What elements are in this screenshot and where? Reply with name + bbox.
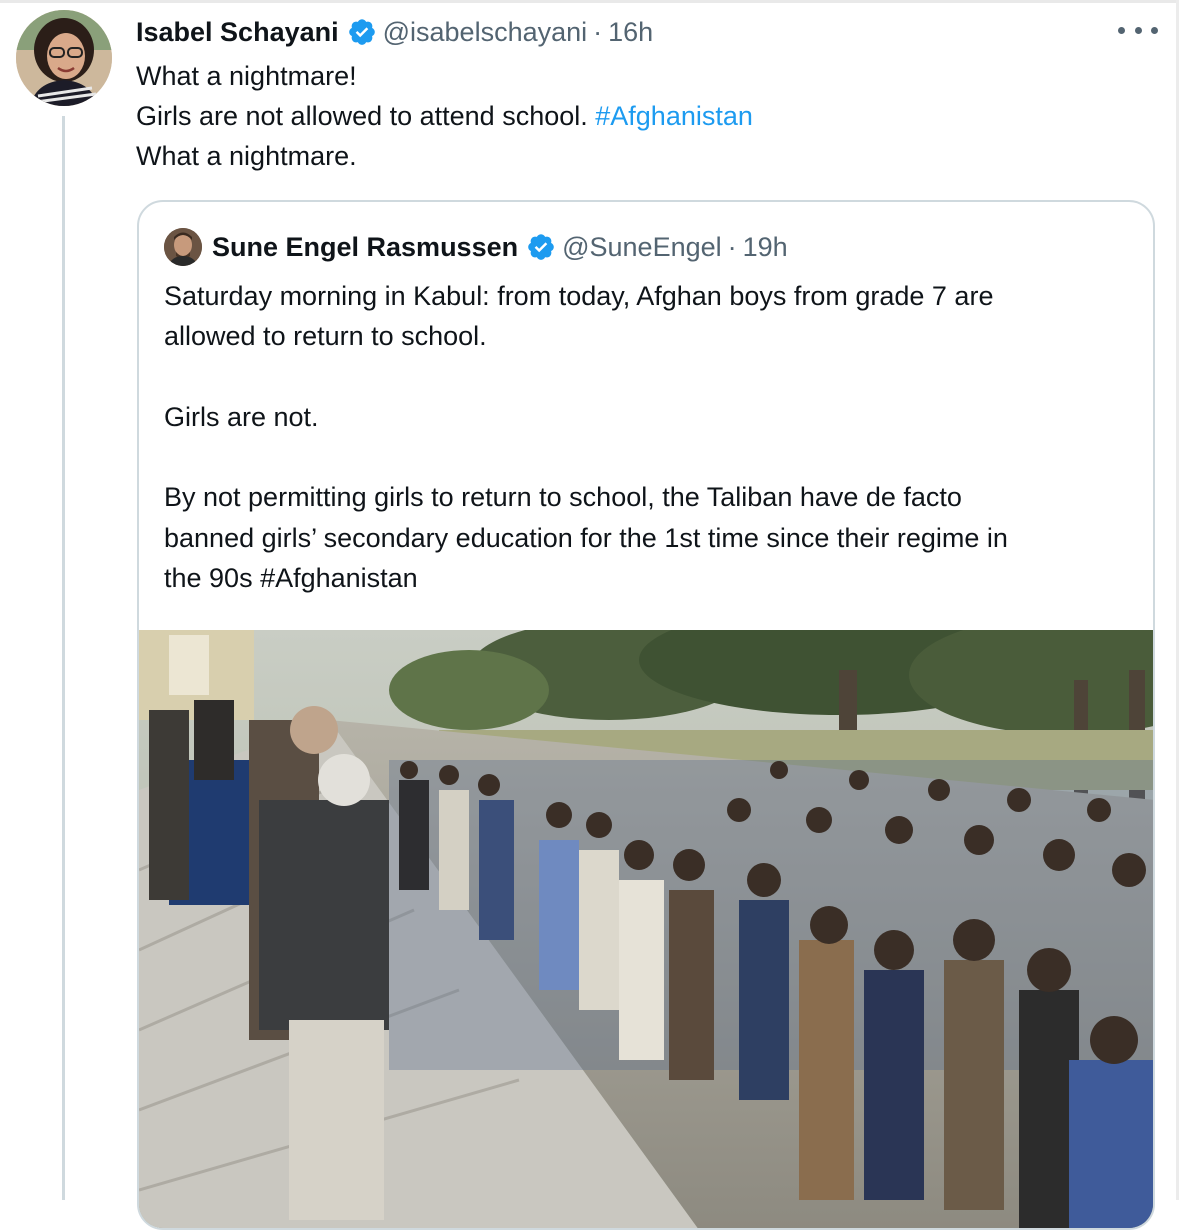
quoted-text-line: the 90s #Afghanistan [164,563,418,594]
tweet-text-line: Girls are not allowed to attend school. … [136,101,753,131]
more-options-button[interactable] [1118,18,1158,42]
quoted-tweet-header: Sune Engel Rasmussen @SuneEngel · 19h [164,226,788,268]
quoted-text-line: By not permitting girls to return to sch… [164,482,962,513]
tweet-timestamp[interactable]: 16h [608,17,653,48]
tweet-photo[interactable] [139,630,1153,1228]
quoted-author-handle: @SuneEngel [562,231,722,262]
author-avatar[interactable] [16,10,112,106]
tweet-text-line: What a nightmare! [136,61,357,91]
tweet-text: What a nightmare! Girls are not allowed … [136,56,1136,176]
quoted-tweet-card[interactable]: Sune Engel Rasmussen @SuneEngel · 19h Sa… [137,200,1155,1230]
tweet-text-line: What a nightmare. [136,141,357,171]
separator-dot: · [727,231,737,262]
verified-badge-icon [528,234,554,260]
author-name[interactable]: Isabel Schayani [136,17,339,48]
quoted-text-line: Girls are not. [164,401,319,432]
author-handle[interactable]: @isabelschayani [383,17,588,48]
verified-badge-icon [348,19,375,45]
quoted-author-name: Sune Engel Rasmussen [212,231,519,262]
quoted-tweet-timestamp: 19h [742,231,788,262]
separator-dot: · [593,16,603,47]
tweet-header: Isabel Schayani @isabelschayani · 16h [136,12,653,52]
quoted-text-line: banned girls’ secondary education for th… [164,522,1008,553]
quoted-tweet-text: Saturday morning in Kabul: from today, A… [164,276,1134,598]
ellipsis-icon [1118,26,1125,34]
quoted-text-line: allowed to return to school. [164,321,487,352]
top-divider [0,0,1179,3]
quoted-text-line: Saturday morning in Kabul: from today, A… [164,281,994,311]
hashtag-link[interactable]: #Afghanistan [595,101,753,131]
quoted-author-avatar [164,228,202,266]
thread-connector-line [62,116,65,1200]
